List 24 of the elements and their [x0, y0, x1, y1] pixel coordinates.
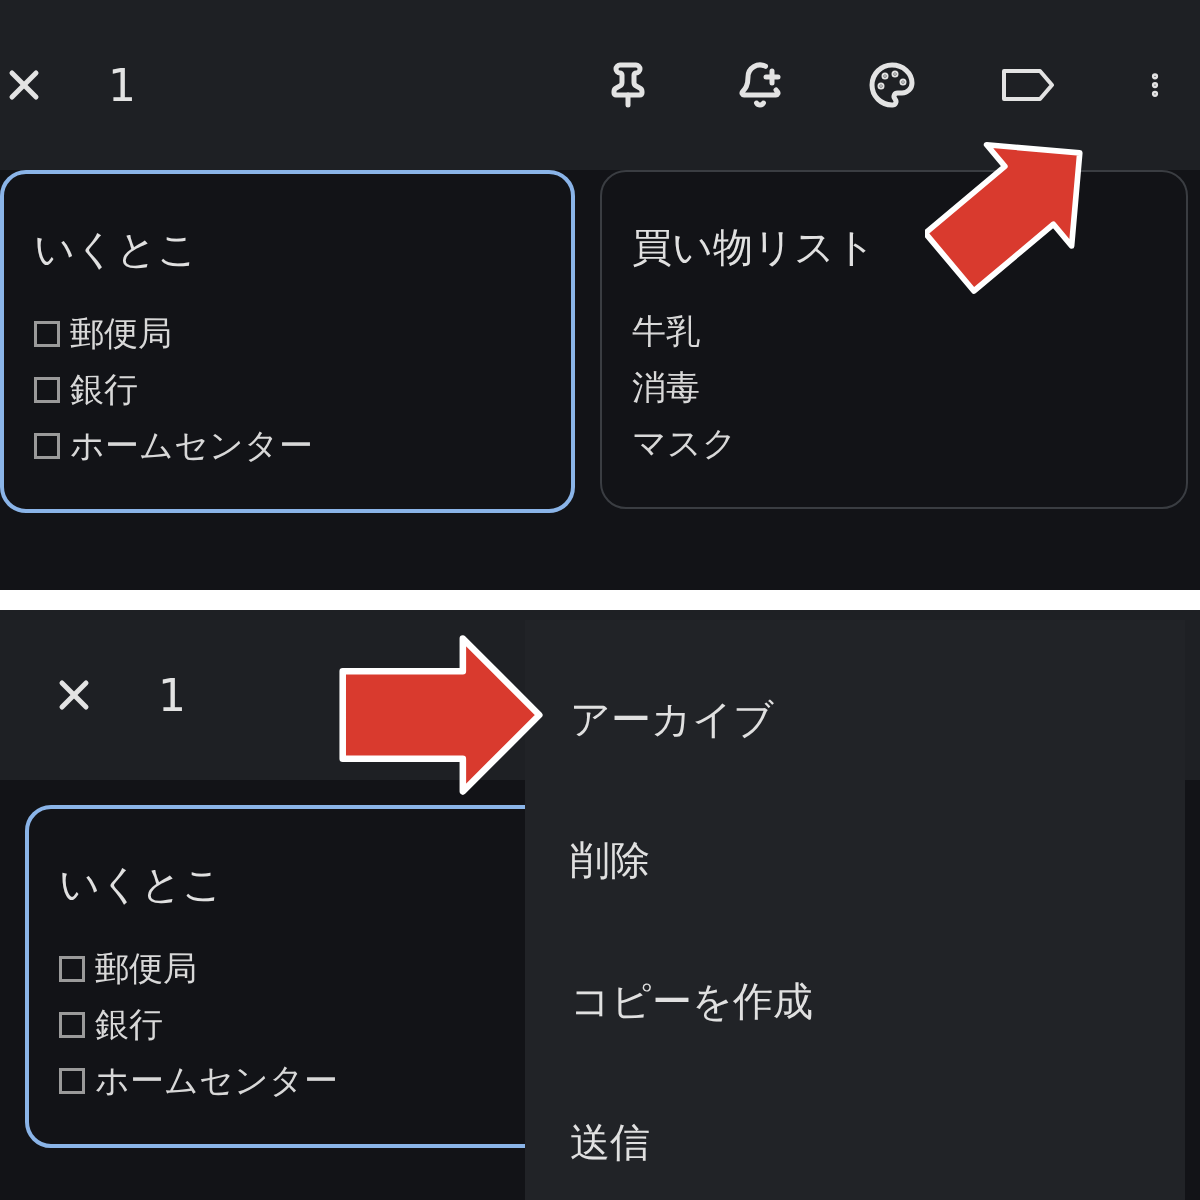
- checkbox[interactable]: [34, 433, 60, 459]
- checkbox[interactable]: [34, 377, 60, 403]
- checklist-item: ホームセンター: [70, 424, 313, 467]
- note-title: いくとこ: [34, 225, 199, 274]
- checklist-item: 郵便局: [70, 312, 172, 355]
- checklist-item: 銀行: [70, 368, 138, 411]
- note-line: マスク: [632, 422, 738, 465]
- checkbox[interactable]: [59, 1012, 85, 1038]
- checkbox[interactable]: [59, 956, 85, 982]
- checklist-item: 銀行: [95, 1003, 163, 1046]
- note-title: 買い物リスト: [632, 223, 877, 272]
- checklist-item: ホームセンター: [95, 1059, 338, 1102]
- note-title: いくとこ: [59, 860, 224, 909]
- note-line: 消毒: [632, 366, 701, 409]
- label-icon: [1000, 67, 1056, 103]
- note-line: 牛乳: [632, 310, 701, 353]
- note-card[interactable]: いくとこ 郵便局 銀行 ホームセンター: [0, 170, 575, 513]
- checkbox[interactable]: [59, 1068, 85, 1094]
- checklist-item: 郵便局: [95, 947, 197, 990]
- checkbox[interactable]: [34, 321, 60, 347]
- menu-item[interactable]: アーカイブ: [570, 692, 774, 747]
- selection-count: 1: [158, 669, 186, 721]
- selection-count: 1: [108, 59, 136, 111]
- note-card[interactable]: 買い物リスト 牛乳 消毒 マスク: [600, 170, 1188, 509]
